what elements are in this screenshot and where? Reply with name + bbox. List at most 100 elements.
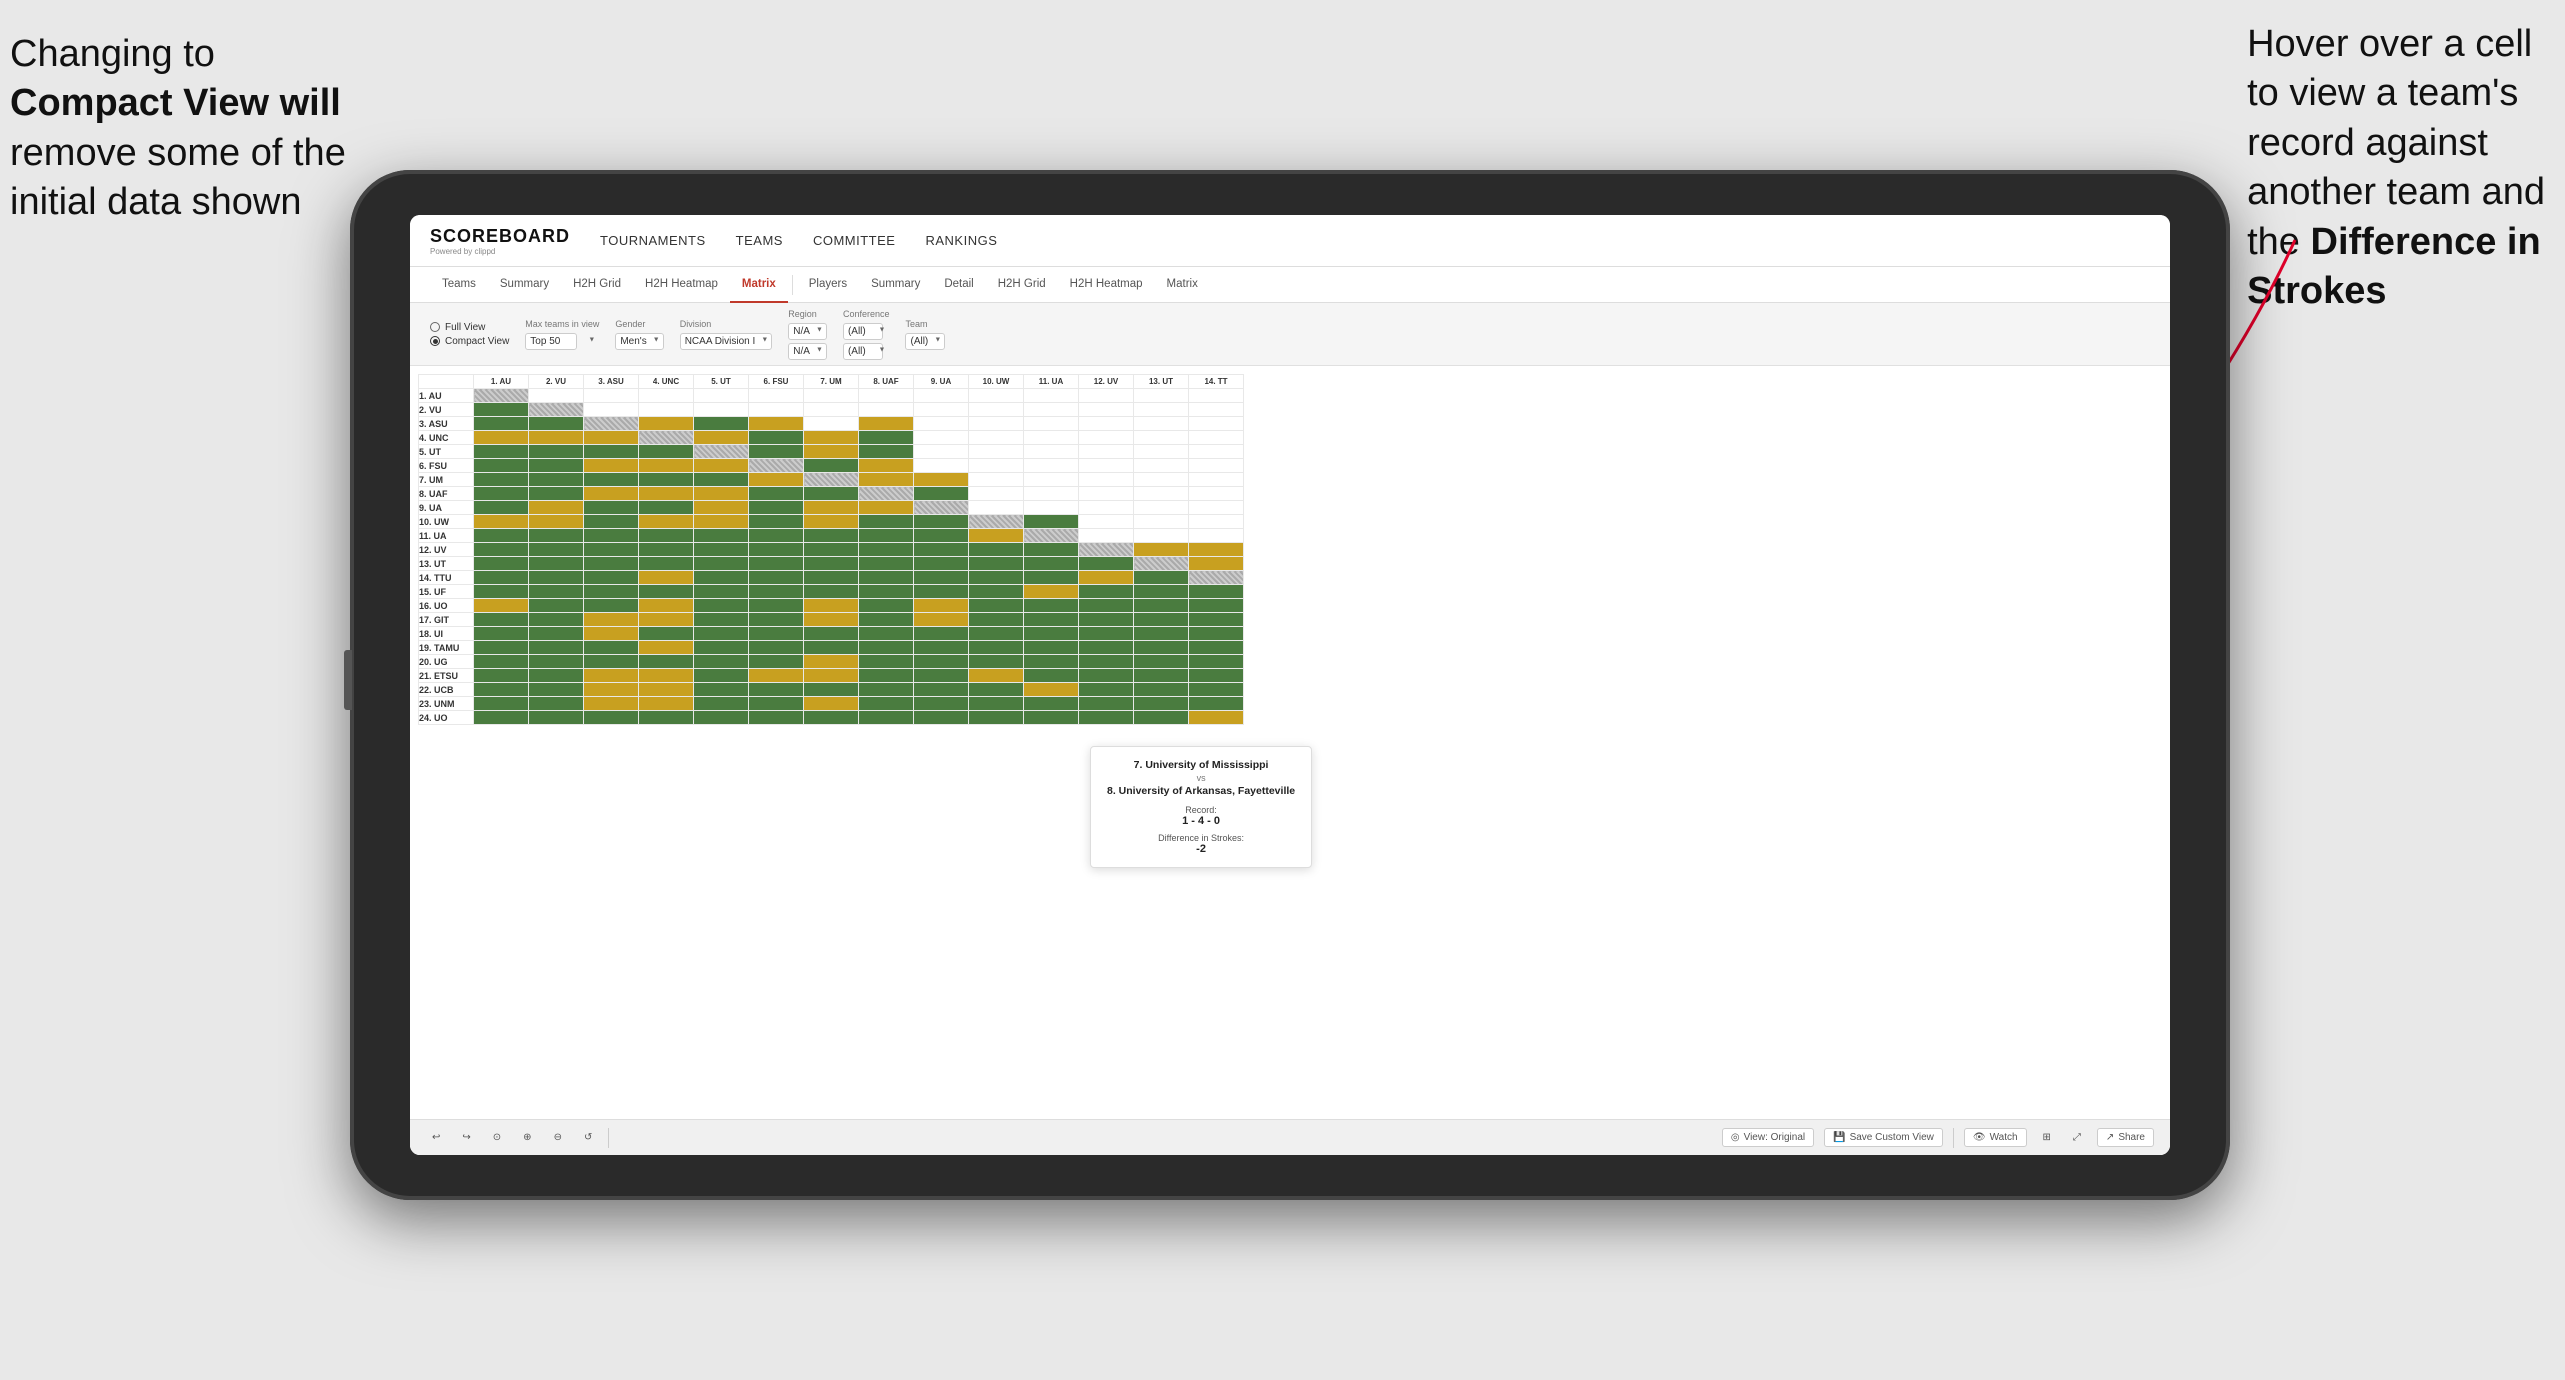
cell-r3-c2[interactable] (529, 417, 584, 431)
cell-r3-c5[interactable] (694, 417, 749, 431)
cell-r11-c5[interactable] (694, 529, 749, 543)
cell-r22-c2[interactable] (529, 683, 584, 697)
cell-r11-c9[interactable] (914, 529, 969, 543)
cell-r24-c14[interactable] (1189, 711, 1244, 725)
cell-r17-c8[interactable] (859, 613, 914, 627)
cell-r13-c1[interactable] (474, 557, 529, 571)
cell-r9-c14[interactable] (1189, 501, 1244, 515)
cell-r14-c12[interactable] (1079, 571, 1134, 585)
cell-r15-c5[interactable] (694, 585, 749, 599)
team-wrapper[interactable]: (All) (905, 331, 945, 349)
cell-r16-c7[interactable] (804, 599, 859, 613)
cell-r10-c11[interactable] (1024, 515, 1079, 529)
cell-r23-c10[interactable] (969, 697, 1024, 711)
toolbar-reset[interactable]: ↺ (578, 1129, 598, 1146)
cell-r6-c6[interactable] (749, 459, 804, 473)
cell-r12-c13[interactable] (1134, 543, 1189, 557)
cell-r18-c5[interactable] (694, 627, 749, 641)
cell-r1-c6[interactable] (749, 389, 804, 403)
cell-r18-c13[interactable] (1134, 627, 1189, 641)
cell-r24-c1[interactable] (474, 711, 529, 725)
cell-r14-c1[interactable] (474, 571, 529, 585)
cell-r11-c10[interactable] (969, 529, 1024, 543)
toolbar-watch[interactable]: 👁 Watch (1964, 1128, 2027, 1147)
cell-r1-c13[interactable] (1134, 389, 1189, 403)
cell-r3-c11[interactable] (1024, 417, 1079, 431)
cell-r7-c11[interactable] (1024, 473, 1079, 487)
cell-r2-c9[interactable] (914, 403, 969, 417)
max-teams-wrapper[interactable]: Top 50 (525, 331, 599, 349)
cell-r13-c9[interactable] (914, 557, 969, 571)
cell-r10-c14[interactable] (1189, 515, 1244, 529)
cell-r9-c2[interactable] (529, 501, 584, 515)
tab-players[interactable]: Players (797, 267, 859, 303)
cell-r15-c4[interactable] (639, 585, 694, 599)
cell-r8-c7[interactable] (804, 487, 859, 501)
cell-r1-c10[interactable] (969, 389, 1024, 403)
cell-r1-c1[interactable] (474, 389, 529, 403)
cell-r20-c11[interactable] (1024, 655, 1079, 669)
cell-r24-c10[interactable] (969, 711, 1024, 725)
cell-r1-c5[interactable] (694, 389, 749, 403)
cell-r11-c2[interactable] (529, 529, 584, 543)
cell-r12-c8[interactable] (859, 543, 914, 557)
conference-wrapper1[interactable]: (All) (843, 321, 890, 339)
cell-r19-c6[interactable] (749, 641, 804, 655)
cell-r22-c12[interactable] (1079, 683, 1134, 697)
cell-r17-c5[interactable] (694, 613, 749, 627)
cell-r9-c5[interactable] (694, 501, 749, 515)
cell-r19-c13[interactable] (1134, 641, 1189, 655)
cell-r19-c12[interactable] (1079, 641, 1134, 655)
cell-r19-c5[interactable] (694, 641, 749, 655)
cell-r9-c12[interactable] (1079, 501, 1134, 515)
tab-summary-left[interactable]: Summary (488, 267, 561, 303)
cell-r14-c8[interactable] (859, 571, 914, 585)
cell-r6-c7[interactable] (804, 459, 859, 473)
cell-r8-c9[interactable] (914, 487, 969, 501)
cell-r6-c2[interactable] (529, 459, 584, 473)
cell-r12-c12[interactable] (1079, 543, 1134, 557)
cell-r23-c7[interactable] (804, 697, 859, 711)
cell-r24-c8[interactable] (859, 711, 914, 725)
cell-r8-c6[interactable] (749, 487, 804, 501)
cell-r18-c2[interactable] (529, 627, 584, 641)
cell-r19-c8[interactable] (859, 641, 914, 655)
conference-select1[interactable]: (All) (843, 323, 883, 340)
cell-r4-c2[interactable] (529, 431, 584, 445)
cell-r20-c12[interactable] (1079, 655, 1134, 669)
cell-r19-c3[interactable] (584, 641, 639, 655)
cell-r15-c7[interactable] (804, 585, 859, 599)
cell-r2-c13[interactable] (1134, 403, 1189, 417)
cell-r13-c13[interactable] (1134, 557, 1189, 571)
cell-r12-c2[interactable] (529, 543, 584, 557)
cell-r23-c6[interactable] (749, 697, 804, 711)
cell-r5-c3[interactable] (584, 445, 639, 459)
cell-r18-c12[interactable] (1079, 627, 1134, 641)
cell-r20-c6[interactable] (749, 655, 804, 669)
cell-r2-c3[interactable] (584, 403, 639, 417)
cell-r23-c13[interactable] (1134, 697, 1189, 711)
region-select1[interactable]: N/A (788, 323, 827, 340)
cell-r22-c13[interactable] (1134, 683, 1189, 697)
cell-r16-c5[interactable] (694, 599, 749, 613)
cell-r16-c14[interactable] (1189, 599, 1244, 613)
region-wrapper1[interactable]: N/A (788, 321, 827, 339)
cell-r10-c13[interactable] (1134, 515, 1189, 529)
cell-r14-c3[interactable] (584, 571, 639, 585)
tab-teams[interactable]: Teams (430, 267, 488, 303)
cell-r18-c8[interactable] (859, 627, 914, 641)
max-teams-select[interactable]: Top 50 (525, 333, 577, 350)
cell-r24-c13[interactable] (1134, 711, 1189, 725)
cell-r2-c7[interactable] (804, 403, 859, 417)
cell-r21-c3[interactable] (584, 669, 639, 683)
cell-r7-c7[interactable] (804, 473, 859, 487)
cell-r24-c5[interactable] (694, 711, 749, 725)
cell-r19-c7[interactable] (804, 641, 859, 655)
cell-r23-c12[interactable] (1079, 697, 1134, 711)
cell-r6-c9[interactable] (914, 459, 969, 473)
cell-r9-c7[interactable] (804, 501, 859, 515)
tab-h2h-grid-right[interactable]: H2H Grid (986, 267, 1058, 303)
cell-r20-c10[interactable] (969, 655, 1024, 669)
conference-select2[interactable]: (All) (843, 343, 883, 360)
cell-r21-c4[interactable] (639, 669, 694, 683)
